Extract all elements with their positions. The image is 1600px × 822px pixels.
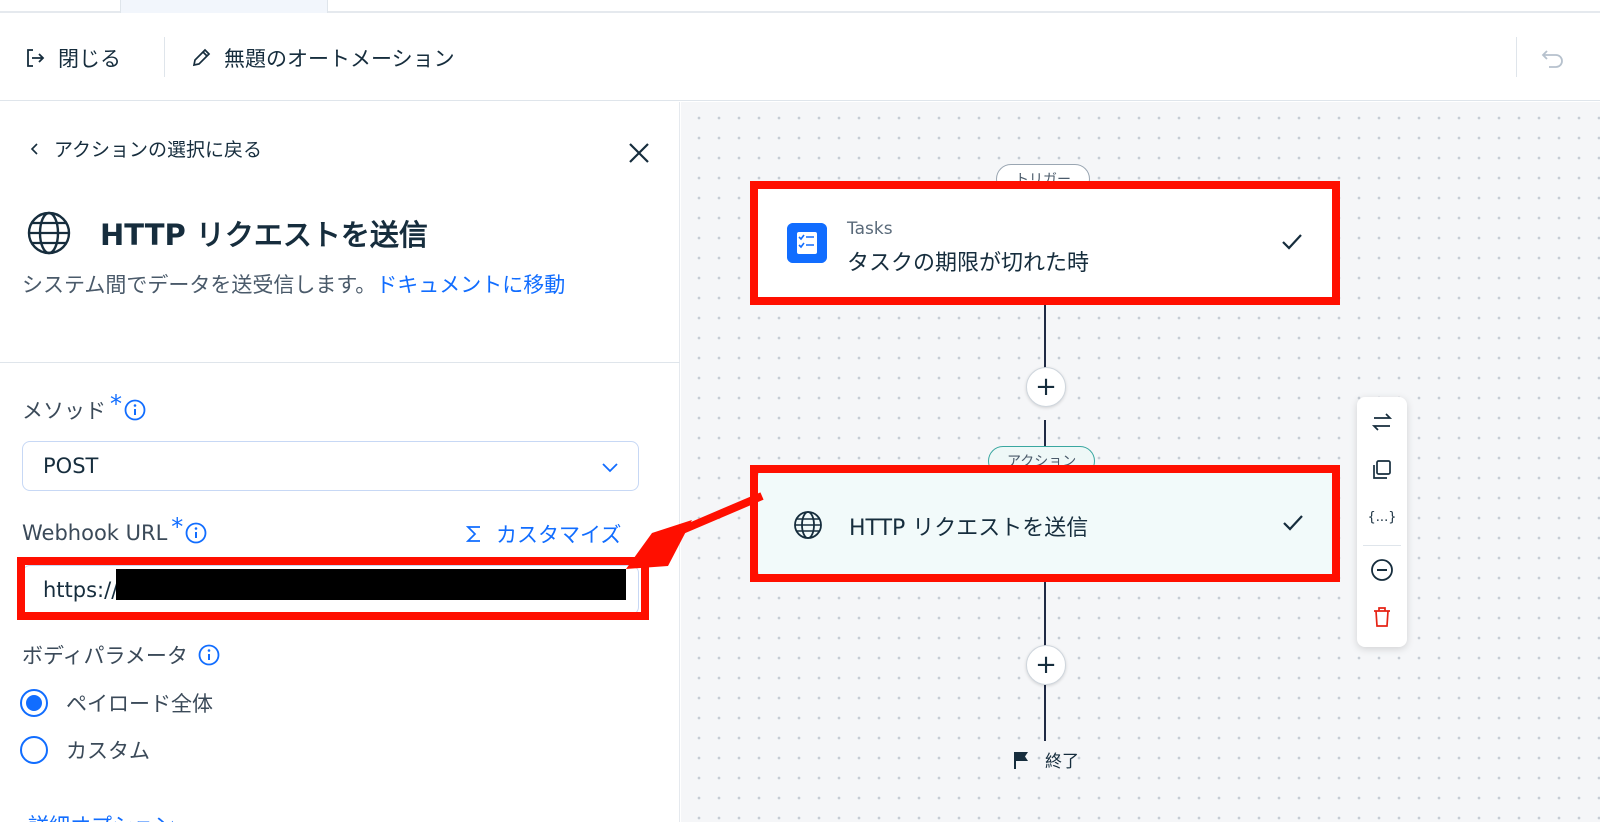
webhook-label-row: Webhook URL * (22, 513, 207, 547)
check-icon (1282, 234, 1302, 250)
add-step-button[interactable]: + (1026, 367, 1066, 407)
duplicate-icon[interactable] (1369, 457, 1395, 483)
description-text: システム間でデータを送受信します。 (22, 273, 377, 297)
automation-title-text: 無題のオートメーション (224, 47, 455, 71)
active-tab[interactable] (120, 0, 328, 13)
disable-icon[interactable] (1369, 557, 1395, 583)
action-description: システム間でデータを送受信します。ドキュメントに移動 (22, 270, 622, 301)
node-toolbar: {...} (1357, 397, 1407, 647)
globe-icon (27, 211, 71, 255)
swap-icon[interactable] (1369, 409, 1395, 435)
undo-icon[interactable] (1539, 43, 1567, 71)
automation-title[interactable]: 無題のオートメーション (190, 43, 455, 73)
info-icon[interactable] (124, 399, 146, 421)
required-mark: * (171, 513, 184, 541)
close-panel-icon[interactable] (624, 138, 654, 168)
variables-icon[interactable]: {...} (1369, 503, 1395, 529)
body-params-label: ボディパラメータ (22, 644, 188, 668)
toolbar-divider (1363, 545, 1401, 546)
info-icon[interactable] (185, 522, 207, 544)
exit-icon (27, 49, 45, 67)
browser-tab-strip (0, 0, 1600, 13)
section-divider (0, 362, 680, 363)
flag-icon (1014, 751, 1028, 769)
trigger-highlight-box (750, 181, 1340, 305)
end-marker: 終了 (1013, 747, 1079, 772)
back-label: アクションの選択に戻る (54, 139, 263, 161)
customize-label: カスタマイズ (496, 523, 622, 547)
header-divider-right (1516, 37, 1517, 77)
automation-editor: 閉じる 無題のオートメーション アクションの選択に戻る HTTP リクエストを送… (0, 0, 1600, 822)
end-label: 終了 (1045, 752, 1079, 772)
back-to-actions-link[interactable]: アクションの選択に戻る (28, 135, 262, 162)
radio-label: カスタム (66, 739, 150, 763)
webhook-label: Webhook URL (22, 521, 168, 545)
method-value: POST (43, 454, 99, 478)
pencil-icon (192, 48, 211, 67)
required-mark: * (110, 390, 122, 418)
chevron-down-icon (602, 463, 618, 473)
method-select[interactable]: POST (22, 441, 639, 491)
action-title: HTTP リクエストを送信 (100, 218, 428, 252)
header-divider (164, 37, 165, 77)
documentation-link[interactable]: ドキュメントに移動 (376, 273, 565, 297)
action-settings-panel: アクションの選択に戻る HTTP リクエストを送信 システム間でデータを送受信し… (0, 102, 680, 822)
editor-header: 閉じる 無題のオートメーション (0, 15, 1600, 101)
customize-button[interactable]: カスタマイズ (466, 519, 621, 549)
trigger-app-name: Tasks (847, 219, 893, 239)
info-icon[interactable] (198, 644, 220, 666)
advanced-options-link[interactable]: 詳細オプション (28, 810, 175, 822)
globe-icon (794, 511, 822, 539)
chevron-left-icon (30, 142, 38, 155)
radio-button-selected[interactable] (20, 689, 48, 717)
check-icon (1283, 515, 1303, 531)
url-highlight-box (17, 557, 649, 620)
action-node-title: HTTP リクエストを送信 (849, 516, 1089, 541)
add-step-button[interactable]: + (1026, 645, 1066, 685)
body-params-label-row: ボディパラメータ (22, 640, 220, 670)
close-label: 閉じる (58, 47, 121, 71)
method-label: メソッド (22, 399, 106, 423)
tasks-app-icon (787, 223, 827, 263)
radio-custom[interactable]: カスタム (20, 735, 150, 765)
trigger-title: タスクの期限が切れた時 (847, 251, 1090, 276)
svg-text:{...}: {...} (1369, 510, 1395, 525)
delete-icon[interactable] (1369, 604, 1395, 630)
sigma-icon (466, 526, 480, 542)
close-button[interactable]: 閉じる (24, 43, 121, 73)
method-label-row: メソッド * (22, 390, 146, 425)
radio-full-payload[interactable]: ペイロード全体 (20, 688, 213, 718)
connector-line (1044, 685, 1046, 741)
radio-label: ペイロード全体 (66, 692, 213, 716)
radio-button[interactable] (20, 736, 48, 764)
